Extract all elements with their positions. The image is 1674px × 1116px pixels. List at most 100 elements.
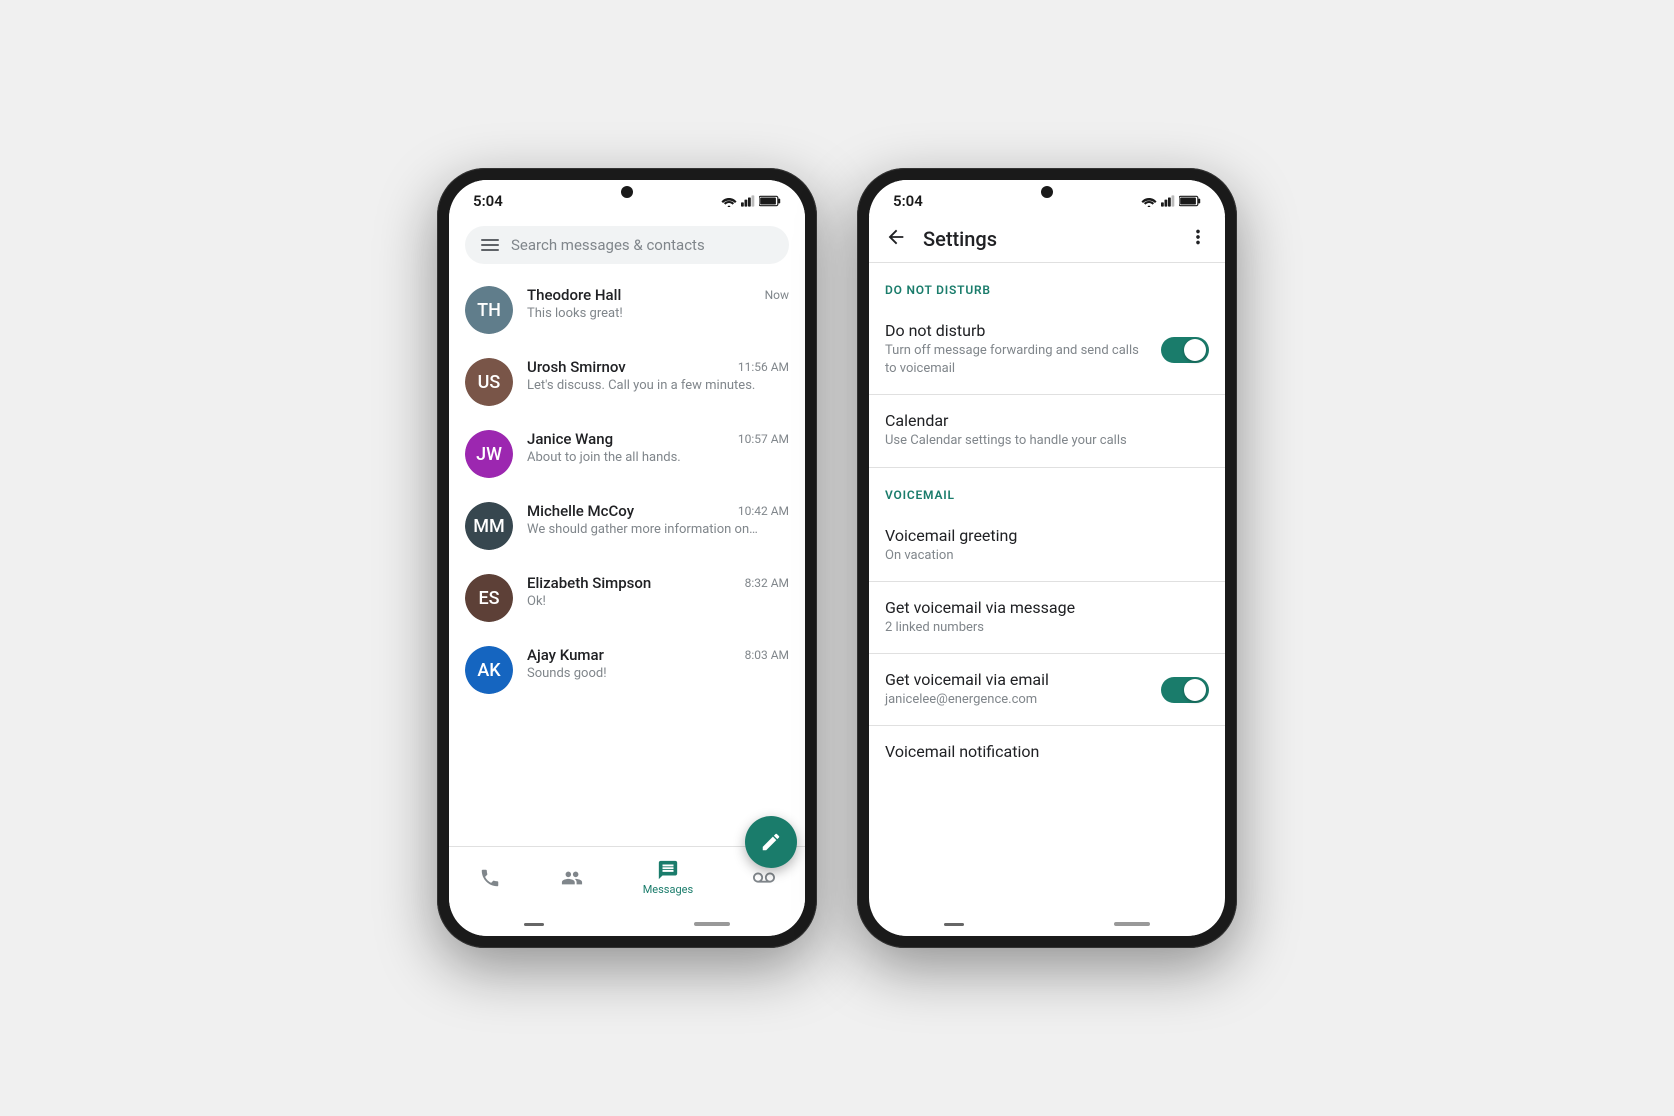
contact-name: Ajay Kumar — [527, 646, 604, 664]
settings-item-voicemailGreeting[interactable]: Voicemail greetingOn vacation — [869, 510, 1225, 581]
contact-info: Janice Wang 10:57 AM About to join the a… — [527, 430, 789, 465]
settings-item-title: Get voicemail via message — [885, 598, 1209, 617]
contact-item[interactable]: US Urosh Smirnov 11:56 AM Let's discuss.… — [449, 346, 805, 418]
contact-name: Urosh Smirnov — [527, 358, 626, 376]
home-button-1[interactable] — [694, 922, 730, 926]
settings-item-calendar[interactable]: CalendarUse Calendar settings to handle … — [869, 395, 1225, 466]
contact-avatar: JW — [465, 430, 513, 478]
wifi-icon-2 — [1141, 195, 1157, 207]
contact-message: Let's discuss. Call you in a few minutes… — [527, 378, 789, 393]
toggle-voicemailViaEmail[interactable] — [1161, 677, 1209, 703]
settings-item-text: Get voicemail via message 2 linked number… — [885, 598, 1209, 637]
settings-item-voicemailNotification[interactable]: Voicemail notification — [869, 726, 1225, 777]
contact-header: Michelle McCoy 10:42 AM — [527, 502, 789, 520]
menu-icon[interactable] — [481, 239, 499, 251]
contact-name: Theodore Hall — [527, 286, 621, 304]
status-time-2: 5:04 — [893, 192, 923, 210]
contact-item[interactable]: ES Elizabeth Simpson 8:32 AM Ok! — [449, 562, 805, 634]
contact-avatar: AK — [465, 646, 513, 694]
contact-avatar: MM — [465, 502, 513, 550]
settings-item-title: Get voicemail via email — [885, 670, 1145, 689]
back-button-1[interactable] — [524, 923, 544, 926]
contact-message: This looks great! — [527, 306, 789, 321]
settings-item-title: Voicemail greeting — [885, 526, 1209, 545]
settings-item-text: Do not disturb Turn off message forwardin… — [885, 321, 1145, 378]
settings-item-dnd[interactable]: Do not disturb Turn off message forwardin… — [869, 305, 1225, 394]
search-bar[interactable]: Search messages & contacts — [465, 226, 789, 264]
contact-name: Elizabeth Simpson — [527, 574, 651, 592]
settings-item-text: Voicemail greetingOn vacation — [885, 526, 1209, 565]
contact-time: Now — [765, 288, 789, 302]
signal-icon-2 — [1161, 195, 1175, 207]
contact-time: 8:03 AM — [745, 648, 789, 662]
search-placeholder[interactable]: Search messages & contacts — [511, 236, 773, 254]
android-nav-bar-1 — [449, 914, 805, 936]
messages-nav-label: Messages — [643, 883, 693, 896]
messages-content: Search messages & contacts TH Theodore H… — [449, 216, 805, 846]
contact-name: Janice Wang — [527, 430, 613, 448]
avatar-initials: TH — [465, 286, 513, 334]
battery-icon — [759, 195, 781, 207]
toggle-thumb — [1184, 339, 1206, 361]
contact-name: Michelle McCoy — [527, 502, 634, 520]
contact-item[interactable]: JW Janice Wang 10:57 AM About to join th… — [449, 418, 805, 490]
contact-info: Michelle McCoy 10:42 AM We should gather… — [527, 502, 789, 537]
settings-item-title: Do not disturb — [885, 321, 1145, 340]
contact-header: Janice Wang 10:57 AM — [527, 430, 789, 448]
settings-item-subtitle: janicelee@energence.com — [885, 691, 1145, 709]
toggle-thumb — [1184, 679, 1206, 701]
contact-time: 10:57 AM — [738, 432, 789, 446]
more-options-button[interactable] — [1187, 226, 1209, 252]
settings-item-voicemailViaMessage[interactable]: Get voicemail via message 2 linked number… — [869, 582, 1225, 653]
contact-header: Urosh Smirnov 11:56 AM — [527, 358, 789, 376]
avatar-initials: ES — [465, 574, 513, 622]
camera-dot-2 — [1041, 186, 1053, 198]
avatar-initials: AK — [465, 646, 513, 694]
home-button-2[interactable] — [1114, 922, 1150, 926]
back-button-settings[interactable] — [885, 226, 907, 252]
contact-header: Ajay Kumar 8:03 AM — [527, 646, 789, 664]
signal-icon — [741, 195, 755, 207]
phone-settings: 5:04 — [857, 168, 1237, 948]
contact-time: 11:56 AM — [738, 360, 789, 374]
back-arrow-icon — [885, 226, 907, 248]
compose-icon — [760, 831, 782, 846]
avatar-initials: JW — [465, 430, 513, 478]
settings-item-title: Voicemail notification — [885, 742, 1209, 761]
battery-icon-2 — [1179, 195, 1201, 207]
contact-time: 8:32 AM — [745, 576, 789, 590]
avatar-initials: US — [465, 358, 513, 406]
wifi-icon — [721, 195, 737, 207]
contact-avatar: TH — [465, 286, 513, 334]
settings-item-voicemailViaEmail[interactable]: Get voicemail via email janicelee@energen… — [869, 654, 1225, 725]
nav-messages[interactable]: Messages — [627, 855, 709, 900]
contact-item[interactable]: AK Ajay Kumar 8:03 AM Sounds good! — [449, 634, 805, 706]
contact-item[interactable]: MM Michelle McCoy 10:42 AM We should gat… — [449, 490, 805, 562]
settings-item-subtitle: 2 linked numbers — [885, 619, 1209, 637]
search-bar-container: Search messages & contacts — [449, 216, 805, 274]
contacts-nav-icon — [561, 867, 583, 889]
phone-nav-icon — [479, 867, 501, 889]
contact-header: Elizabeth Simpson 8:32 AM — [527, 574, 789, 592]
settings-item-subtitle: Turn off message forwarding and send cal… — [885, 342, 1145, 378]
status-icons-2 — [1141, 195, 1201, 207]
status-time-1: 5:04 — [473, 192, 503, 210]
contacts-list: TH Theodore Hall Now This looks great! U… — [449, 274, 805, 846]
settings-item-title: Calendar — [885, 411, 1209, 430]
nav-phone[interactable] — [463, 863, 517, 893]
toggle-dnd[interactable] — [1161, 337, 1209, 363]
contact-message: We should gather more information on… — [527, 522, 789, 537]
back-button-2[interactable] — [944, 923, 964, 926]
contact-info: Urosh Smirnov 11:56 AM Let's discuss. Ca… — [527, 358, 789, 393]
android-nav-bar-2 — [869, 914, 1225, 936]
more-vert-icon — [1187, 226, 1209, 248]
camera-dot — [621, 186, 633, 198]
settings-item-text: Get voicemail via email janicelee@energen… — [885, 670, 1145, 709]
contact-message: Ok! — [527, 594, 789, 609]
contact-info: Ajay Kumar 8:03 AM Sounds good! — [527, 646, 789, 681]
messages-nav-icon — [657, 859, 679, 881]
contact-item[interactable]: TH Theodore Hall Now This looks great! — [449, 274, 805, 346]
contact-header: Theodore Hall Now — [527, 286, 789, 304]
contact-info: Elizabeth Simpson 8:32 AM Ok! — [527, 574, 789, 609]
nav-contacts[interactable] — [545, 863, 599, 893]
